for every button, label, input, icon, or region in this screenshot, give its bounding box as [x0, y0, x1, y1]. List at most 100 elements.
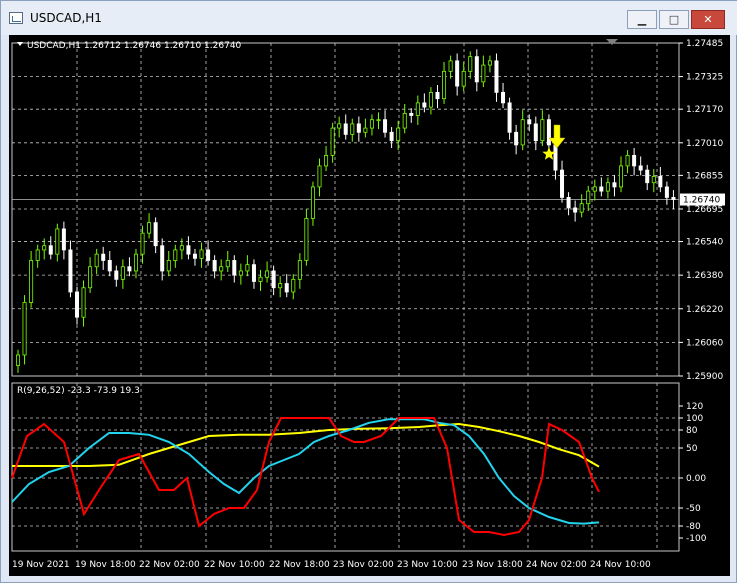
- candle-body: [442, 70, 447, 100]
- candle-body: [278, 283, 283, 289]
- candle-body: [671, 197, 676, 200]
- candle-body: [173, 249, 178, 261]
- candle-body: [383, 119, 388, 133]
- chart-shift-icon[interactable]: [606, 39, 618, 45]
- candle-body: [16, 354, 21, 366]
- candle-body: [566, 197, 571, 209]
- candle-body: [625, 155, 630, 167]
- indicator-tick-label: -50: [686, 504, 701, 514]
- candle-body: [153, 222, 158, 247]
- candle-body: [232, 260, 237, 276]
- candle-body: [546, 119, 551, 146]
- current-price-label: 1.26740: [683, 196, 720, 206]
- candle-body: [481, 64, 486, 83]
- candle-body: [645, 169, 650, 184]
- candle-body: [586, 190, 591, 205]
- price-tick-label: 1.25900: [686, 372, 723, 382]
- candle-body: [527, 119, 532, 125]
- candle-body: [258, 276, 263, 282]
- candle-body: [553, 144, 558, 171]
- candle-body: [179, 245, 184, 251]
- time-tick-label: 24 Nov 02:00: [526, 560, 587, 570]
- candle-body: [81, 287, 86, 318]
- candle-body: [212, 260, 217, 272]
- indicator-lines: [11, 417, 600, 537]
- candle-body: [494, 60, 499, 93]
- time-tick-label: 19 Nov 2021: [12, 560, 70, 570]
- candle-body: [592, 186, 597, 192]
- indicator-header: R(9,26,52) -23.3 -73.9 19.3: [17, 386, 140, 396]
- candle-body: [55, 228, 60, 255]
- chart-svg[interactable]: 1.27485 1.27325 1.27170 1.27010 1.26855 1.266…: [9, 35, 730, 576]
- candle-body: [356, 123, 361, 133]
- price-tick-label: 1.26060: [686, 338, 723, 348]
- price-tick-label: 1.26855: [686, 171, 723, 181]
- candle-body: [350, 123, 355, 135]
- candle-body: [74, 291, 79, 318]
- candle-body: [579, 203, 584, 213]
- axes: 1.27485 1.27325 1.27170 1.27010 1.26855 1.266…: [12, 39, 725, 570]
- candle-body: [560, 169, 565, 198]
- candle-body: [455, 60, 460, 87]
- candle-body: [415, 102, 420, 116]
- fast-line: [11, 417, 600, 537]
- time-tick-label: 23 Nov 10:00: [397, 560, 458, 570]
- price-tick-label: 1.26380: [686, 271, 723, 281]
- time-tick-label: 23 Nov 02:00: [333, 560, 394, 570]
- chart-window: USDCAD,H1 ▁ □ ✕ 1.27485 1.27325 1.27170 1.2…: [0, 0, 737, 583]
- candle-body: [35, 249, 40, 261]
- candle-body: [271, 270, 276, 289]
- chart-area[interactable]: 1.27485 1.27325 1.27170 1.27010 1.26855 1.266…: [9, 35, 730, 576]
- price-tick-label: 1.26540: [686, 238, 723, 248]
- candle-body: [632, 155, 637, 167]
- candle-body: [133, 253, 138, 272]
- chart-menu-icon[interactable]: [17, 42, 23, 46]
- candle-body: [22, 302, 27, 356]
- candle-body: [251, 264, 256, 282]
- symbol-header: USDCAD,H1 1.26712 1.26746 1.26710 1.2674…: [27, 41, 242, 51]
- candle-body: [265, 270, 270, 278]
- price-tick-label: 1.27325: [686, 73, 723, 83]
- arrow-down-marker: [548, 124, 566, 149]
- time-tick-label: 22 Nov 10:00: [204, 560, 265, 570]
- candle-body: [101, 253, 106, 261]
- time-tick-label: 24 Nov 10:00: [590, 560, 651, 570]
- candle-body: [599, 186, 604, 192]
- candle-body: [422, 102, 427, 108]
- candle-body: [206, 249, 211, 261]
- candle-body: [160, 245, 165, 272]
- candle-body: [507, 102, 512, 133]
- title-bar[interactable]: USDCAD,H1 ▁ □ ✕: [1, 1, 737, 35]
- candle-body: [42, 245, 47, 251]
- minimize-button[interactable]: ▁: [627, 10, 657, 29]
- candle-body: [324, 155, 329, 167]
- time-tick-label: 22 Nov 02:00: [139, 560, 200, 570]
- candle-body: [284, 283, 289, 293]
- close-button[interactable]: ✕: [691, 10, 725, 29]
- candle-body: [140, 232, 145, 255]
- candle-body: [304, 218, 309, 261]
- candle-body: [107, 260, 112, 272]
- chart-window-icon: [9, 12, 23, 24]
- indicator-tick-label: 80: [686, 426, 698, 436]
- candle-body: [192, 253, 197, 259]
- candle-body: [337, 123, 342, 129]
- candle-body: [225, 260, 230, 268]
- candle-body: [573, 207, 578, 213]
- candle-body: [605, 182, 610, 192]
- candle-body: [127, 266, 132, 272]
- candle-body: [61, 228, 66, 251]
- candle-body: [428, 91, 433, 108]
- maximize-button[interactable]: □: [659, 10, 689, 29]
- candle-body: [612, 182, 617, 188]
- candle-body: [48, 245, 53, 255]
- candle-body: [114, 270, 119, 280]
- price-tick-label: 1.27170: [686, 105, 723, 115]
- candle-body: [68, 249, 73, 293]
- candle-body: [120, 266, 125, 280]
- candle-body: [501, 91, 506, 104]
- candle-body: [330, 127, 335, 156]
- indicator-tick-label: -100: [686, 534, 707, 544]
- candle-body: [238, 270, 243, 276]
- candle-body: [402, 112, 407, 129]
